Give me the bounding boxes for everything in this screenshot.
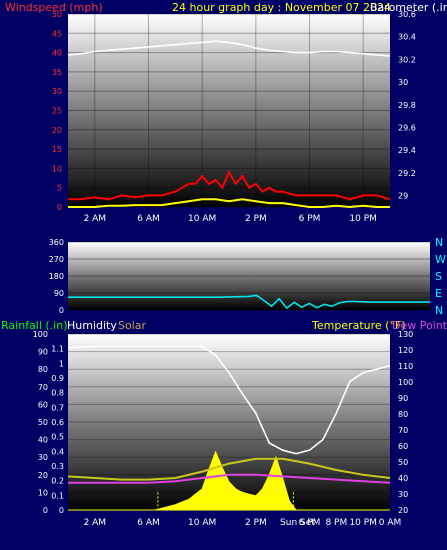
barometer-tick-label: 29: [398, 192, 408, 201]
direction-tick-label: 360: [49, 238, 64, 247]
humidity-time-axis: 2 AM 6 AM 10 AM 2 PM Sun Set6 PM 8 PM 10 PM 0 A…: [84, 518, 402, 528]
rainfall-tick-label: 0.8: [51, 389, 64, 398]
humidity-tick-label: 0: [43, 506, 48, 515]
page-title: 24 hour graph day : November 07 2024: [172, 1, 391, 14]
rainfall-tick-label: 0.1: [51, 491, 64, 500]
compass-label: W: [435, 253, 446, 266]
barometer-tick-label: 30.6: [398, 10, 416, 19]
windspeed-tick-label: 20: [52, 126, 62, 135]
rainfall-tick-label: 0.3: [51, 462, 64, 471]
time-tick-label: 0 AM: [379, 518, 402, 528]
direction-tick-label: 0: [59, 306, 64, 315]
temperature-tick-label: 100: [398, 378, 413, 387]
windspeed-tick-label: 25: [52, 107, 62, 116]
temperature-tick-label: 20: [398, 506, 408, 515]
barometer-tick-label: 30.2: [398, 55, 416, 64]
rainfall-tick-label: 0.6: [51, 418, 64, 427]
direction-axis: 0 90 180 270 360: [49, 238, 64, 315]
time-tick-label: 10 AM: [188, 214, 216, 224]
time-tick-label: 6 AM: [137, 214, 160, 224]
rainfall-tick-label: 0.5: [51, 433, 64, 442]
windspeed-tick-label: 40: [52, 49, 62, 58]
rainfall-tick-label: 0.9: [51, 374, 64, 383]
rainfall-tick-label: 1: [59, 359, 64, 368]
barometer-tick-label: 29.2: [398, 169, 416, 178]
time-tick-label: 10 PM: [349, 214, 377, 224]
time-tick-label: 2 AM: [84, 518, 107, 528]
weather-graph-canvas: Windspeed (mph) 24 hour graph day : Nove…: [1, 1, 447, 528]
temperature-axis: 20 30 40 50 60 70 80 90 100 110 120 130: [398, 330, 413, 515]
humidity-tick-label: 50: [38, 418, 48, 427]
temperature-tick-label: 70: [398, 426, 408, 435]
temperature-tick-label: 50: [398, 458, 408, 467]
windspeed-tick-label: 35: [52, 68, 62, 77]
temperature-tick-label: 40: [398, 474, 408, 483]
legend-humidity: Humidity: [67, 319, 117, 332]
time-tick-label: 6 PM: [299, 214, 321, 224]
windspeed-tick-label: 10: [52, 164, 62, 173]
direction-compass-labels: NWSEN: [435, 236, 446, 317]
windspeed-tick-label: 15: [52, 145, 62, 154]
time-tick-label: 6 PM: [299, 518, 321, 528]
barometer-axis: 29 29.2 29.4 29.6 29.8 30 30.2 30.4 30.6: [398, 10, 416, 201]
humidity-tick-label: 60: [38, 400, 48, 409]
rainfall-tick-label: 1.1: [51, 345, 64, 354]
humidity-tick-label: 90: [38, 348, 48, 357]
rainfall-tick-label: 0.7: [51, 403, 64, 412]
direction-tick-label: 270: [49, 255, 64, 264]
direction-tick-label: 180: [49, 272, 64, 281]
rainfall-tick-label: 0: [59, 506, 64, 515]
windspeed-tick-label: 0: [57, 203, 62, 212]
windspeed-tick-label: 30: [52, 87, 62, 96]
compass-label: E: [435, 287, 442, 300]
humidity-tick-label: 30: [38, 453, 48, 462]
time-tick-label: 2 PM: [245, 214, 267, 224]
rainfall-tick-label: 0.2: [51, 477, 64, 486]
time-tick-label: 2 AM: [84, 214, 107, 224]
humidity-axis: 0 10 20 30 40 50 60 70 80 90 100: [33, 330, 48, 515]
wind-time-axis: 2 AM 6 AM 10 AM 2 PM 6 PM 10 PM: [84, 214, 377, 224]
temperature-tick-label: 30: [398, 490, 408, 499]
temperature-tick-label: 110: [398, 362, 413, 371]
barometer-tick-label: 30: [398, 78, 408, 87]
temperature-tick-label: 120: [398, 346, 413, 355]
temperature-tick-label: 130: [398, 330, 413, 339]
windspeed-tick-label: 45: [52, 29, 62, 38]
temperature-tick-label: 60: [398, 442, 408, 451]
compass-label: S: [435, 270, 442, 283]
compass-label: N: [435, 236, 443, 249]
humidity-tick-label: 20: [38, 471, 48, 480]
barometer-tick-label: 29.6: [398, 124, 416, 133]
humidity-tick-label: 80: [38, 365, 48, 374]
time-tick-label: 6 AM: [137, 518, 160, 528]
time-tick-label: 10 PM: [349, 518, 377, 528]
time-tick-label: 10 AM: [188, 518, 216, 528]
time-tick-label: 2 PM: [245, 518, 267, 528]
temperature-tick-label: 90: [398, 394, 408, 403]
direction-tick-label: 90: [54, 289, 64, 298]
barometer-tick-label: 29.4: [398, 146, 416, 155]
windspeed-tick-label: 50: [52, 10, 62, 19]
rainfall-tick-label: 0.4: [51, 447, 64, 456]
humidity-tick-label: 70: [38, 383, 48, 392]
humidity-tick-label: 40: [38, 436, 48, 445]
humidity-tick-label: 10: [38, 488, 48, 497]
humidity-tick-label: 100: [33, 330, 48, 339]
barometer-tick-label: 29.8: [398, 101, 416, 110]
legend-solar: Solar: [118, 319, 147, 332]
windspeed-tick-label: 5: [57, 184, 62, 193]
temperature-tick-label: 80: [398, 410, 408, 419]
time-tick-label: 8 PM: [325, 518, 347, 528]
windspeed-axis: 0 5 10 15 20 25 30 35 40 45 50: [52, 10, 62, 212]
rainfall-axis: 0 0.1 0.2 0.3 0.4 0.5 0.6 0.7 0.8 0.9 1 1.1: [51, 345, 64, 515]
barometer-tick-label: 30.4: [398, 33, 416, 42]
compass-label: N: [435, 304, 443, 317]
